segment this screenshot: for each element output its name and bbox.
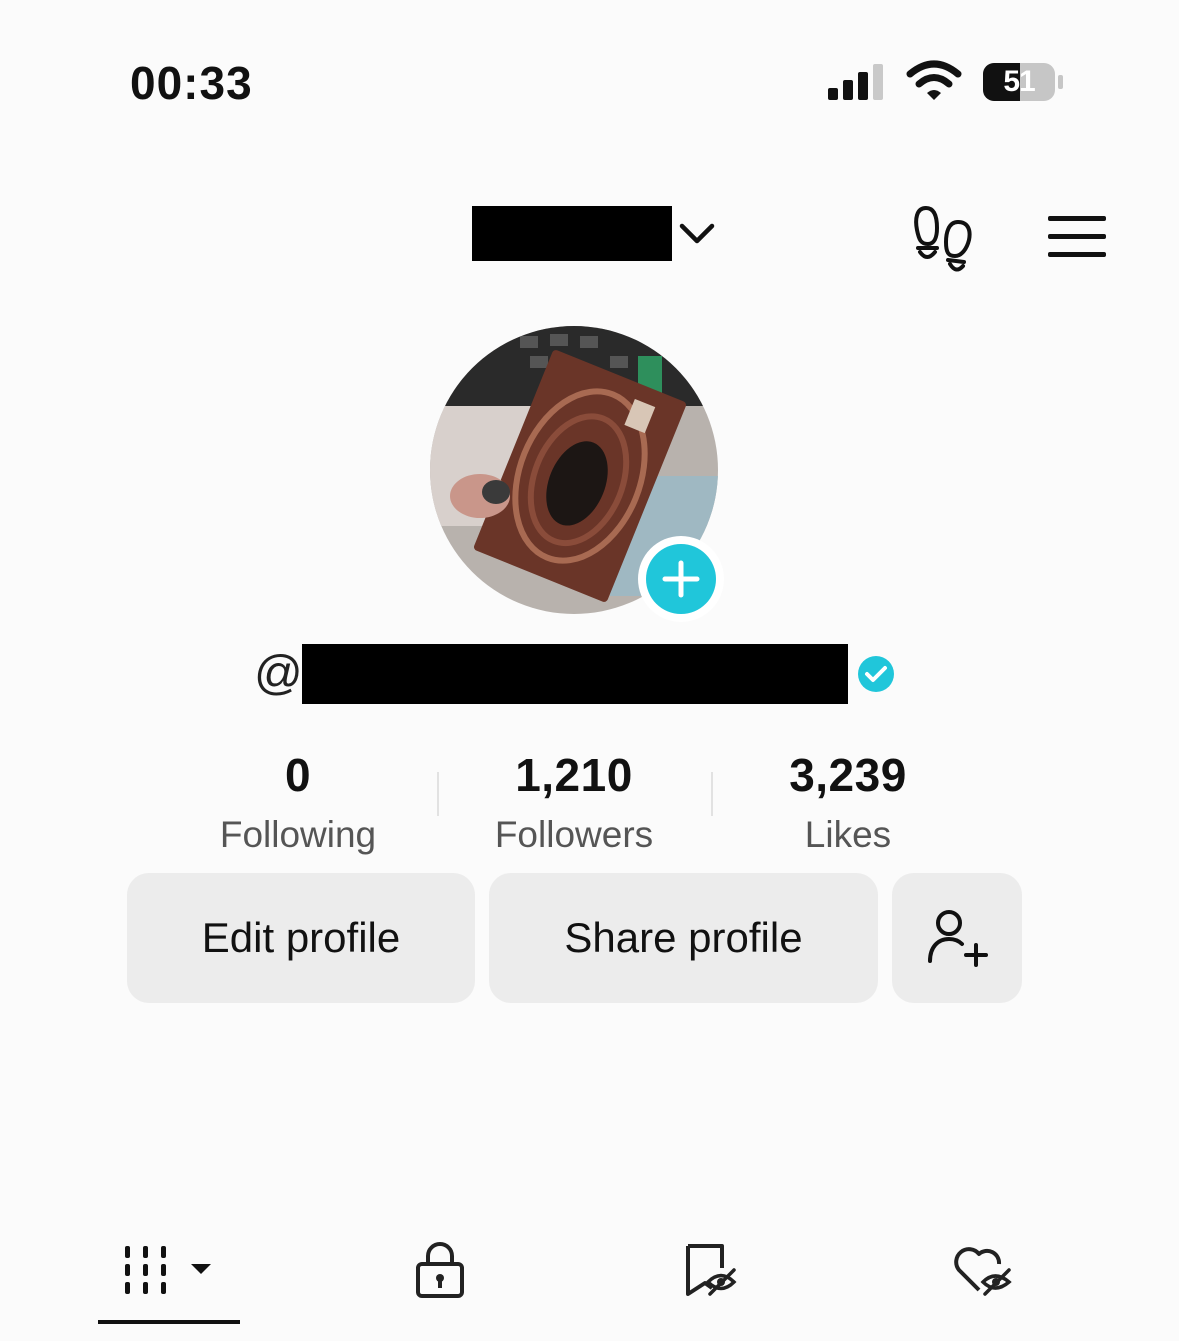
footprints-icon[interactable] — [912, 202, 978, 274]
chevron-down-icon[interactable] — [676, 216, 718, 252]
edit-profile-button[interactable]: Edit profile — [127, 873, 475, 1003]
hidden-reposts-icon — [686, 1244, 737, 1296]
battery-level: 51 — [1003, 65, 1035, 98]
verified-badge-icon — [858, 656, 894, 692]
hamburger-menu-icon[interactable] — [1044, 212, 1110, 262]
followers-label: Followers — [494, 814, 654, 855]
lock-icon — [416, 1242, 464, 1298]
cellular-signal-icon — [828, 64, 883, 100]
active-tab-indicator — [98, 1320, 240, 1324]
status-time: 00:33 — [130, 57, 253, 109]
battery-icon: 51 — [982, 60, 1066, 104]
tab-private[interactable] — [400, 1230, 480, 1310]
tab-hidden-liked[interactable] — [942, 1230, 1022, 1310]
add-friend-button[interactable] — [892, 873, 1022, 1003]
likes-count: 3,239 — [789, 749, 907, 801]
add-avatar-button[interactable] — [638, 536, 724, 622]
plus-icon — [662, 560, 700, 598]
followers-stat[interactable]: 1,210 Followers — [444, 752, 704, 853]
wifi-icon — [906, 60, 962, 100]
username-redacted — [302, 644, 848, 704]
videos-grid-icon — [125, 1246, 211, 1294]
stat-divider — [437, 772, 439, 816]
tab-hidden-reposts[interactable] — [672, 1230, 748, 1310]
stat-divider — [711, 772, 713, 816]
following-stat[interactable]: 0 Following — [168, 752, 428, 853]
account-switcher-name[interactable] — [472, 206, 672, 261]
following-label: Following — [219, 814, 377, 855]
followers-count: 1,210 — [515, 749, 633, 801]
username-at-symbol: @ — [254, 647, 303, 700]
following-count: 0 — [284, 749, 312, 801]
add-friend-icon — [928, 910, 988, 967]
likes-label: Likes — [804, 814, 892, 855]
hidden-likes-icon — [954, 1247, 1012, 1296]
likes-stat[interactable]: 3,239 Likes — [718, 752, 978, 853]
tab-videos[interactable] — [98, 1230, 240, 1310]
share-profile-button[interactable]: Share profile — [489, 873, 878, 1003]
